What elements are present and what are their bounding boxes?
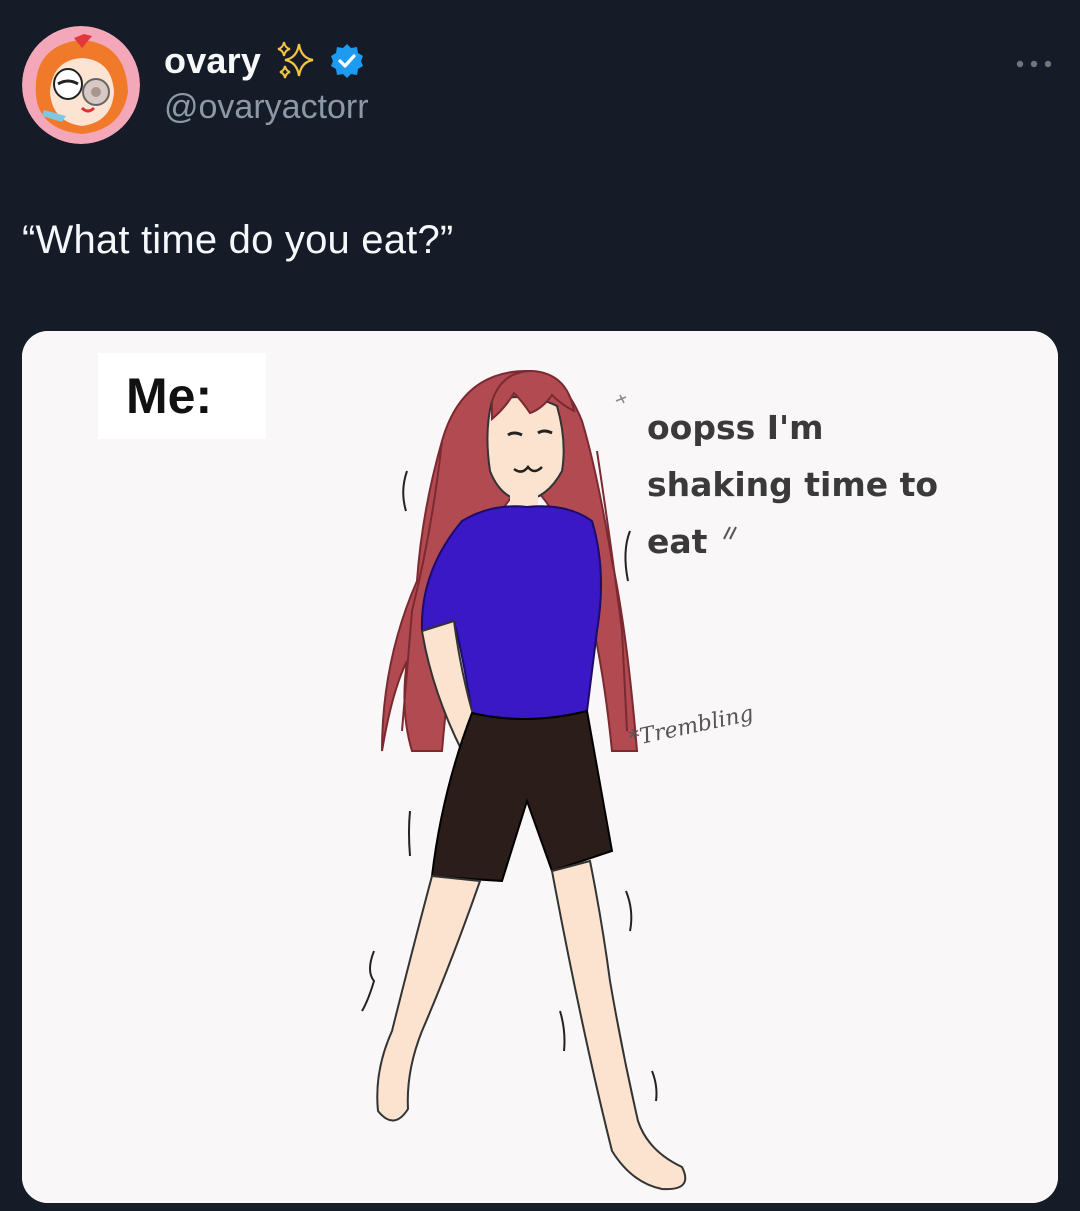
speech-line-1: oopss I'm	[647, 408, 824, 447]
avatar[interactable]	[22, 26, 140, 144]
meme-speech-text: oopss I'm shaking time to eat	[647, 399, 977, 570]
display-name[interactable]: ovary	[164, 40, 261, 82]
author-handle[interactable]: @ovaryactorr	[164, 88, 369, 127]
speech-line-2: shaking time to	[647, 465, 939, 504]
tweet-text: “What time do you eat?”	[22, 218, 454, 262]
verified-badge-icon[interactable]	[329, 43, 365, 79]
tweet: ovary @ovaryactorr “What time do you eat…	[0, 0, 1080, 1211]
speech-line-3: eat	[647, 522, 708, 561]
meme-me-label: Me:	[98, 353, 266, 439]
author-names: ovary @ovaryactorr	[164, 38, 369, 127]
display-name-row: ovary	[164, 38, 369, 84]
tweet-media[interactable]: Me: oopss I'm shaking time to eat *Tremb…	[22, 331, 1058, 1203]
more-horizontal-icon	[1016, 60, 1052, 68]
sparkles-icon	[277, 41, 314, 78]
more-options-button[interactable]	[1012, 44, 1056, 84]
avatar-image	[22, 26, 140, 144]
tweet-header: ovary @ovaryactorr	[22, 26, 369, 144]
